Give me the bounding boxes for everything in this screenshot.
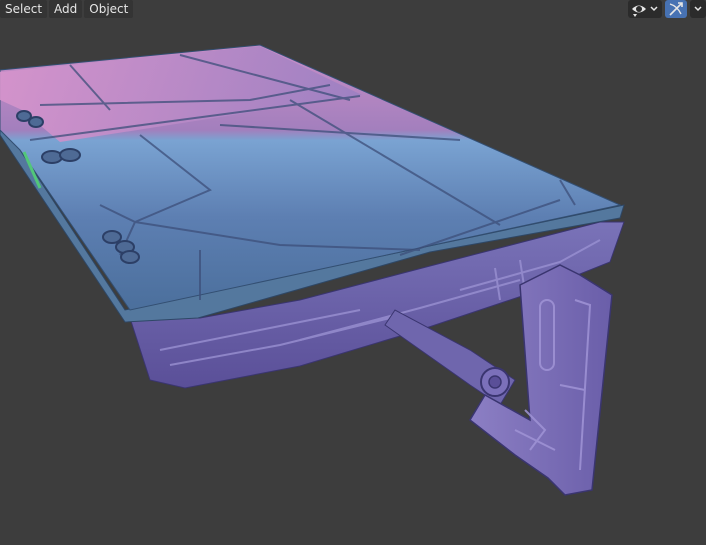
gizmo-transform-icon	[669, 2, 683, 16]
gizmo-toggle[interactable]	[665, 0, 687, 18]
select-menu[interactable]: Select	[0, 0, 48, 18]
visibility-toggle[interactable]	[628, 0, 662, 18]
gizmo-dropdown[interactable]	[690, 0, 706, 18]
chevron-down-icon	[694, 6, 702, 12]
add-menu[interactable]: Add	[49, 0, 83, 18]
table-model[interactable]	[0, 44, 625, 496]
3d-viewport[interactable]	[0, 0, 706, 545]
chevron-down-icon	[650, 6, 658, 12]
eye-visibility-icon	[632, 5, 646, 17]
viewport-header-menu: Select Add Object	[0, 0, 135, 18]
viewport-header-tools	[625, 0, 706, 18]
object-menu[interactable]: Object	[84, 0, 134, 18]
